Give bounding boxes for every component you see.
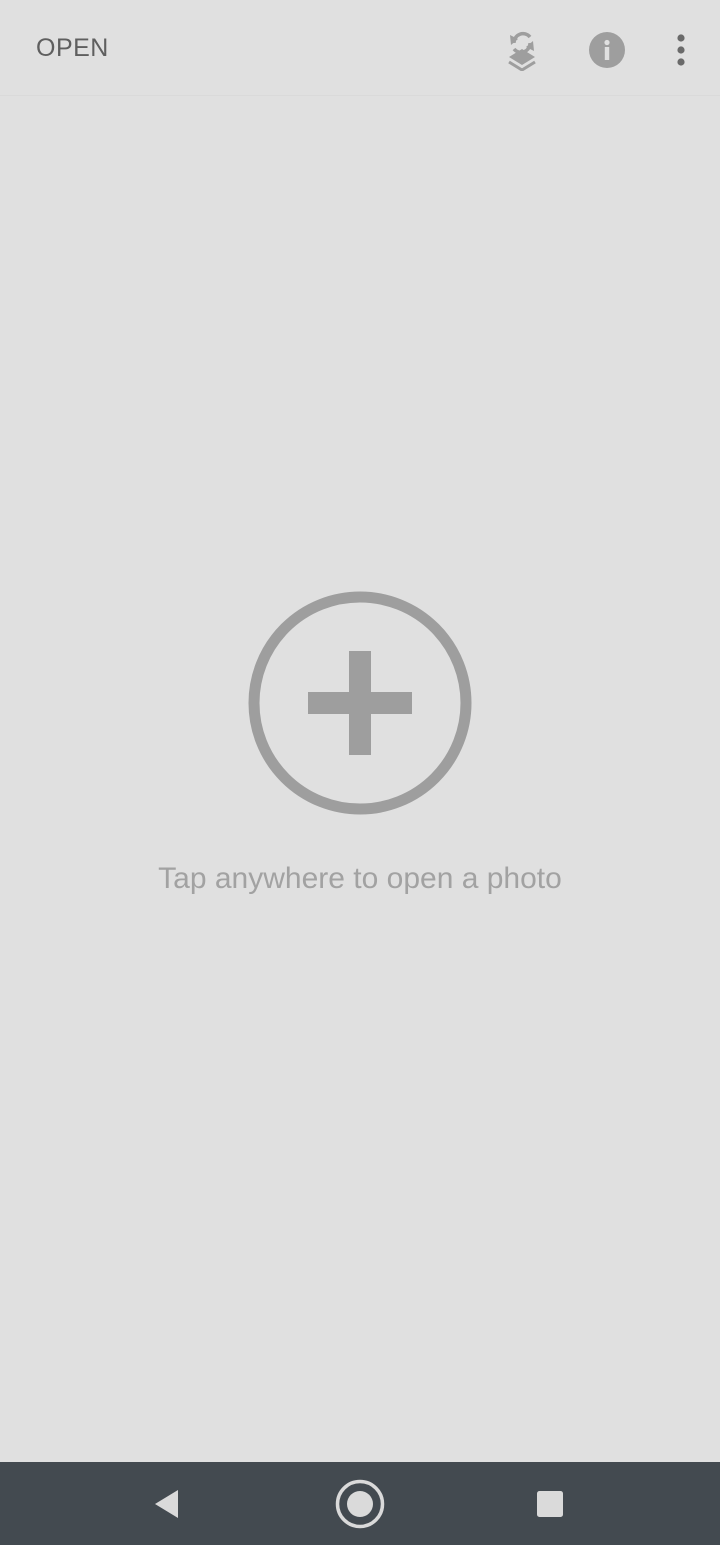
open-button[interactable]: OPEN (36, 34, 109, 63)
more-options-button[interactable] (657, 26, 705, 74)
nav-recents-button[interactable] (522, 1476, 578, 1532)
add-circle-icon (248, 591, 472, 815)
recents-icon (537, 1491, 563, 1517)
top-toolbar: OPEN (0, 0, 720, 96)
more-vert-icon (677, 34, 685, 66)
open-photo-area[interactable]: Tap anywhere to open a photo (0, 96, 720, 1462)
info-button[interactable] (583, 26, 631, 74)
nav-back-button[interactable] (139, 1476, 195, 1532)
layers-history-button[interactable] (498, 26, 546, 74)
info-icon (589, 32, 625, 68)
back-icon (155, 1490, 178, 1518)
system-navigation-bar (0, 1462, 720, 1545)
open-photo-hint: Tap anywhere to open a photo (158, 862, 562, 895)
nav-home-button[interactable] (332, 1476, 388, 1532)
app-root: OPEN Tap anywhere to open a photo (0, 0, 720, 1545)
home-icon (335, 1479, 385, 1529)
layers-history-icon (508, 31, 536, 71)
